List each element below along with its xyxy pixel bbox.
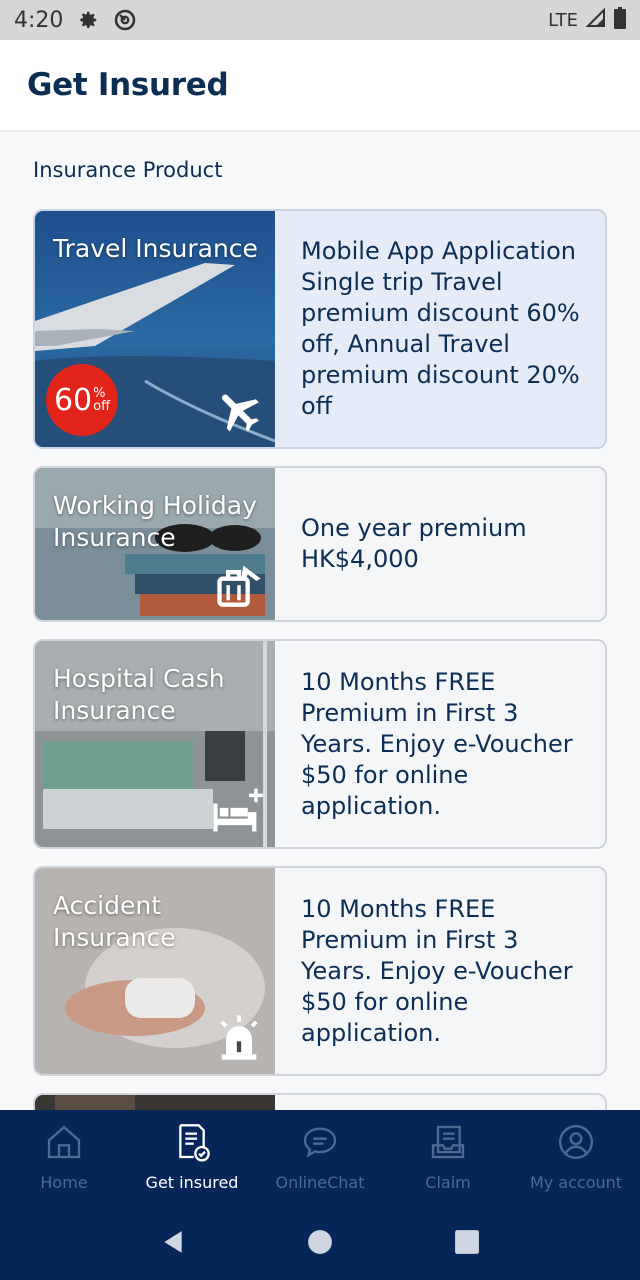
siren-icon — [213, 1011, 265, 1068]
data-saver-icon — [113, 8, 137, 32]
card-title: Hospital Cash Insurance — [53, 664, 225, 725]
product-card-working-holiday[interactable]: Working Holiday Insurance One year premi… — [33, 466, 607, 622]
travel-image: Travel Insurance 60 % off — [35, 211, 275, 447]
product-card-travel[interactable]: Travel Insurance 60 % off Mobile App App… — [33, 209, 607, 449]
account-icon — [556, 1122, 596, 1167]
hospital-image: Hospital Cash Insurance — [35, 641, 275, 847]
signal-icon — [585, 7, 606, 33]
chat-icon — [300, 1122, 340, 1167]
app-header: Get Insured — [0, 40, 640, 132]
nav-label: OnlineChat — [275, 1173, 365, 1192]
card-description: 10 Months FREE Premium in First 3 Years.… — [301, 667, 573, 820]
nav-item-claim[interactable]: Claim — [384, 1110, 512, 1208]
nav-item-get-insured[interactable]: Get insured — [128, 1110, 256, 1208]
nav-item-home[interactable]: Home — [0, 1110, 128, 1208]
nav-label: Claim — [425, 1173, 471, 1192]
section-label: Insurance Product — [33, 158, 223, 182]
status-bar: 4:20 LTE — [0, 0, 640, 40]
claim-icon — [428, 1122, 468, 1167]
card-title: Accident Insurance — [53, 891, 176, 952]
card-description: 10 Months FREE Premium in First 3 Years.… — [301, 894, 573, 1047]
card-title: Travel Insurance — [53, 234, 258, 263]
home-icon — [44, 1122, 84, 1167]
nav-label: Get insured — [145, 1173, 239, 1192]
nav-label: Home — [40, 1173, 88, 1192]
airplane-icon — [213, 384, 265, 441]
badge-number: 60 — [53, 382, 93, 418]
nav-label: My account — [529, 1173, 623, 1192]
discount-badge: 60 % off — [46, 364, 118, 436]
product-card-hospital-cash[interactable]: Hospital Cash Insurance 10 Months FREE P… — [33, 639, 607, 849]
hospital-bed-icon — [209, 784, 265, 841]
recents-icon[interactable] — [454, 1229, 480, 1260]
settings-gear-icon — [77, 9, 99, 31]
network-type: LTE — [548, 9, 578, 31]
accident-image: Accident Insurance — [35, 868, 275, 1074]
card-description: Mobile App Application Single trip Trave… — [301, 237, 580, 420]
badge-unit-label: off — [93, 399, 111, 414]
product-card-accident[interactable]: Accident Insurance 10 Months FREE Premiu… — [33, 866, 607, 1076]
nav-item-online-chat[interactable]: OnlineChat — [256, 1110, 384, 1208]
home-circle-icon[interactable] — [307, 1229, 333, 1260]
bottom-nav: Home Get insured OnlineChat Claim My acc… — [0, 1110, 640, 1208]
luggage-plane-icon — [213, 557, 265, 614]
card-title: Working Holiday Insurance — [53, 491, 257, 552]
card-description: One year premium HK$4,000 — [301, 514, 527, 573]
document-check-icon — [172, 1122, 212, 1167]
battery-icon — [614, 6, 626, 34]
status-time: 4:20 — [14, 7, 64, 33]
nav-item-my-account[interactable]: My account — [512, 1110, 640, 1208]
working-holiday-image: Working Holiday Insurance — [35, 468, 275, 620]
system-nav-bar — [0, 1208, 640, 1280]
page-title: Get Insured — [27, 67, 229, 103]
back-icon[interactable] — [160, 1229, 186, 1260]
